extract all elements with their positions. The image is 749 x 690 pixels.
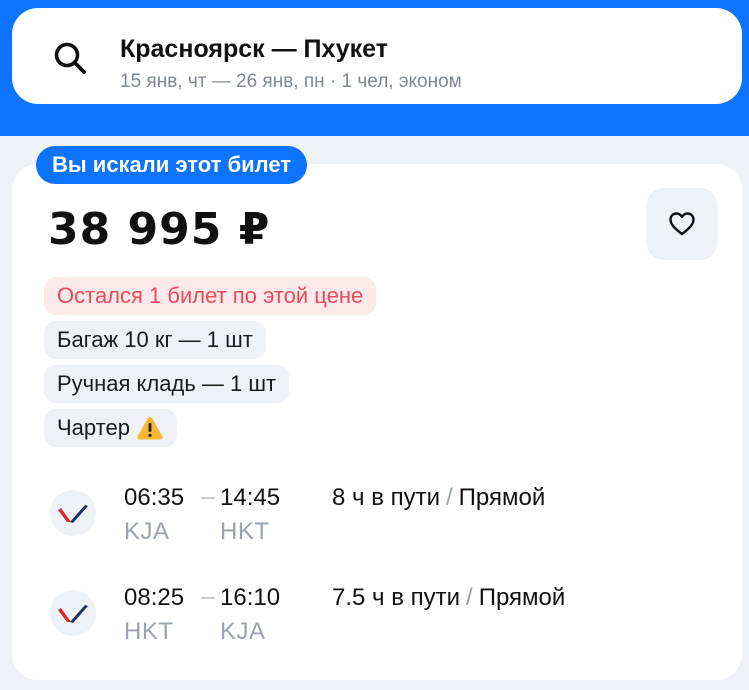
duration-text: 8 ч в пути (332, 484, 440, 511)
favorite-button[interactable] (646, 188, 718, 260)
stops-text: Прямой (458, 484, 546, 511)
ticket-price: 38 995 ₽ (48, 204, 271, 255)
time-separator (201, 497, 215, 499)
duration-separator: / (446, 484, 453, 511)
stops-text: Прямой (478, 584, 566, 611)
seats-left-chip: Остался 1 билет по этой цене (44, 277, 377, 315)
hand-luggage-label: Ручная кладь — 1 шт (57, 371, 277, 396)
depart-time: 06:35 (124, 484, 185, 511)
search-summary: Красноярск — Пхукет 15 янв, чт — 26 янв,… (120, 34, 462, 93)
warning-icon (137, 417, 163, 440)
flight-segment-return[interactable]: 08:25 16:10 HKT KJA 7.5 ч в пути / Прямой (0, 580, 749, 650)
flight-segment-outbound[interactable]: 06:35 14:45 KJA HKT 8 ч в пути / Прямой (0, 480, 749, 550)
time-separator (201, 597, 215, 599)
depart-time: 08:25 (124, 584, 185, 611)
flight-duration: 8 ч в пути / Прямой (332, 484, 545, 512)
search-route: Красноярск — Пхукет (120, 35, 388, 63)
arrive-time: 14:45 (220, 484, 281, 511)
hand-luggage-chip: Ручная кладь — 1 шт (44, 365, 290, 403)
arrive-airport-code: KJA (220, 618, 266, 645)
search-details: 15 янв, чт — 26 янв, пн · 1 чел, эконом (120, 71, 462, 92)
airline-logo-icon (50, 590, 96, 636)
duration-separator: / (466, 584, 473, 611)
search-bar[interactable]: Красноярск — Пхукет 15 янв, чт — 26 янв,… (12, 8, 742, 104)
arrive-time: 16:10 (220, 584, 281, 611)
heart-icon (669, 212, 695, 236)
flight-duration: 7.5 ч в пути / Прямой (332, 584, 565, 612)
seats-left-label: Остался 1 билет по этой цене (57, 283, 364, 308)
searched-ticket-badge: Вы искали этот билет (36, 146, 308, 184)
charter-label: Чартер (57, 415, 130, 440)
duration-text: 7.5 ч в пути (332, 584, 461, 611)
baggage-chip: Багаж 10 кг — 1 шт (44, 321, 266, 359)
depart-airport-code: KJA (124, 518, 170, 545)
search-icon (54, 42, 86, 74)
charter-chip[interactable]: Чартер (44, 409, 177, 447)
arrive-airport-code: HKT (220, 518, 270, 545)
depart-airport-code: HKT (124, 618, 174, 645)
baggage-label: Багаж 10 кг — 1 шт (57, 327, 253, 352)
airline-logo-icon (50, 490, 96, 536)
